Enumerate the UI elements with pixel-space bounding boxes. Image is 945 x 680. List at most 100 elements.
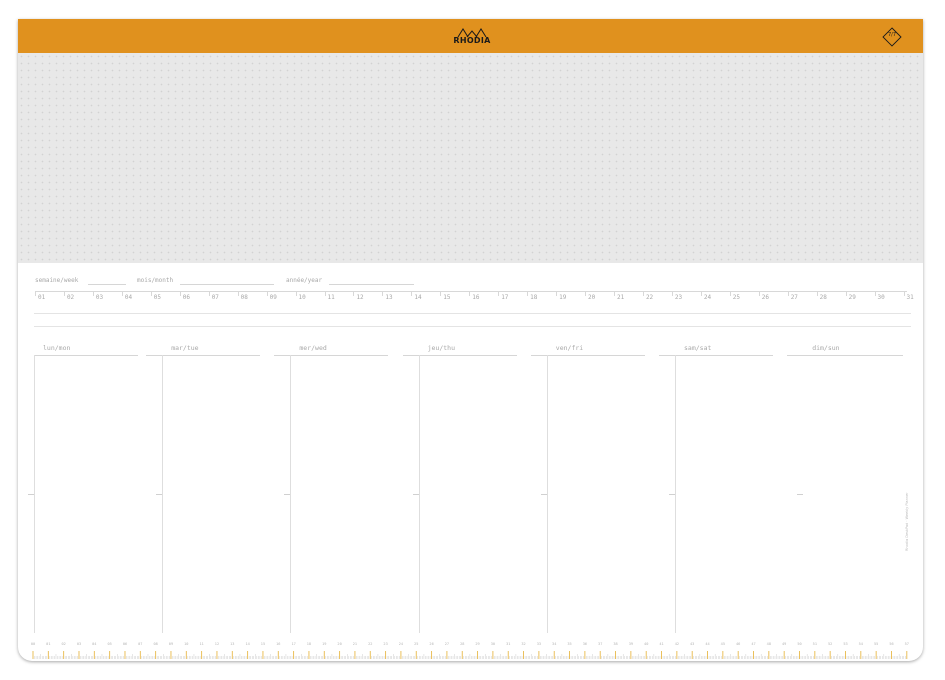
ruler-label: 27 (445, 642, 449, 646)
rhodia-logo: RHODIA (450, 28, 494, 46)
ruler-label: 52 (828, 642, 832, 646)
midday-tick (412, 494, 419, 495)
page-badge: 7/7 (882, 27, 902, 47)
day-notes-area[interactable] (547, 356, 673, 633)
day-number[interactable]: 17 (501, 294, 508, 301)
month-field-line[interactable] (180, 284, 274, 285)
day-number[interactable]: 04 (125, 294, 132, 301)
day-number[interactable]: 29 (849, 294, 856, 301)
ruler-label: 35 (567, 642, 571, 646)
ruler-label: 16 (276, 642, 280, 646)
midday-tick (156, 494, 163, 495)
month-label: mois/month (137, 277, 174, 284)
day-number[interactable]: 21 (617, 294, 624, 301)
day-number[interactable]: 26 (762, 294, 769, 301)
ruler-label: 41 (659, 642, 663, 646)
ruler-label: 00 (31, 642, 35, 646)
day-notes-area[interactable] (290, 356, 416, 633)
day-number[interactable]: 09 (270, 294, 277, 301)
ruler-label: 45 (721, 642, 725, 646)
ruler-label: 25 (414, 642, 418, 646)
ruler-label: 43 (690, 642, 694, 646)
day-number[interactable]: 07 (212, 294, 219, 301)
day-number[interactable]: 31 (907, 294, 914, 301)
day-number[interactable]: 24 (704, 294, 711, 301)
day-number[interactable]: 13 (385, 294, 392, 301)
ruler-label: 26 (429, 642, 433, 646)
day-number[interactable]: 27 (791, 294, 798, 301)
ruler-label: 02 (61, 642, 65, 646)
ruler-label: 51 (813, 642, 817, 646)
day-number[interactable]: 02 (67, 294, 74, 301)
day-number[interactable]: 30 (878, 294, 885, 301)
day-number[interactable]: 11 (328, 294, 335, 301)
ruler-label: 49 (782, 642, 786, 646)
ruler-label: 13 (230, 642, 234, 646)
day-number[interactable]: 03 (96, 294, 103, 301)
day-notes-area[interactable] (675, 356, 801, 633)
ruler-label: 06 (123, 642, 127, 646)
dot-grid-notes-area[interactable] (18, 53, 923, 263)
ruler-label: 42 (675, 642, 679, 646)
ruler-label: 46 (736, 642, 740, 646)
ruler-label: 20 (337, 642, 341, 646)
day-number[interactable]: 12 (356, 294, 363, 301)
weekday-label: mer/wed (299, 344, 327, 352)
week-field-line[interactable] (88, 284, 126, 285)
day-notes-area[interactable] (34, 356, 160, 633)
ruler-label: 08 (153, 642, 157, 646)
midday-tick (797, 494, 804, 495)
weekday-label: ven/fri (555, 344, 584, 352)
ruler-label: 18 (307, 642, 311, 646)
badge-label: 7/7 (887, 32, 897, 38)
ruler-label: 05 (107, 642, 111, 646)
day-number[interactable]: 06 (183, 294, 190, 301)
ruler-label: 28 (460, 642, 464, 646)
ruler-label: 40 (644, 642, 648, 646)
weekday-label: dim/sun (812, 344, 840, 352)
day-number[interactable]: 20 (588, 294, 595, 301)
day-number[interactable]: 15 (443, 294, 450, 301)
ruler-label: 39 (629, 642, 633, 646)
weekday-label: lun/mon (43, 344, 71, 352)
ruler-label: 32 (521, 642, 525, 646)
day-notes-area[interactable] (162, 356, 288, 633)
day-number[interactable]: 05 (154, 294, 161, 301)
ruler-label: 10 (184, 642, 188, 646)
weekday-label: mar/tue (171, 344, 199, 352)
ruler-label: 15 (261, 642, 265, 646)
day-number[interactable]: 23 (675, 294, 682, 301)
ruler-label: 21 (353, 642, 357, 646)
ruler-label: 54 (859, 642, 863, 646)
ruler-label: 07 (138, 642, 142, 646)
ruler-label: 33 (537, 642, 541, 646)
midday-tick (540, 494, 547, 495)
ruler-label: 36 (583, 642, 587, 646)
ruler-label: 14 (245, 642, 249, 646)
ruler-label: 11 (199, 642, 203, 646)
day-notes-area[interactable] (419, 356, 545, 633)
ruler-label: 56 (889, 642, 893, 646)
ruler-label: 53 (843, 642, 847, 646)
days-of-month-row: 01 02 03 04 05 06 07 08 09 10 11 12 13 14 15 16 17 18 19 20… (35, 291, 914, 305)
day-number[interactable]: 19 (559, 294, 566, 301)
ruler-label: 03 (77, 642, 81, 646)
day-number[interactable]: 25 (733, 294, 740, 301)
ruler-label: 19 (322, 642, 326, 646)
ruler-label: 38 (613, 642, 617, 646)
day-number[interactable]: 10 (299, 294, 306, 301)
day-number[interactable]: 08 (241, 294, 248, 301)
year-field-line[interactable] (329, 284, 414, 285)
weekday-label: sam/sat (684, 344, 712, 352)
day-number[interactable]: 18 (530, 294, 537, 301)
ruler-label: 24 (399, 642, 403, 646)
ruler-label: 23 (383, 642, 387, 646)
day-number[interactable]: 16 (472, 294, 479, 301)
ruler-label: 12 (215, 642, 219, 646)
day-number[interactable]: 14 (414, 294, 421, 301)
day-number[interactable]: 22 (646, 294, 653, 301)
midday-tick (669, 494, 675, 495)
midday-tick (28, 494, 34, 495)
day-number[interactable]: 28 (820, 294, 827, 301)
day-number[interactable]: 01 (38, 294, 45, 301)
